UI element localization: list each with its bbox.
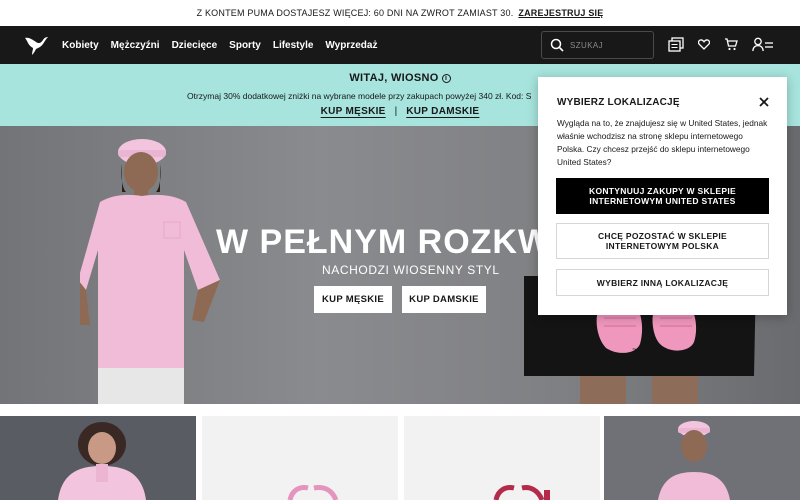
cart-icon[interactable]	[724, 37, 738, 51]
promo-title-text: WITAJ, WIOSNO	[349, 72, 439, 84]
promo-link-women[interactable]: KUP DAMSKIE	[406, 106, 479, 117]
nav-menu: Kobiety Mężczyźni Dziecięce Sporty Lifes…	[62, 26, 389, 64]
search-icon	[550, 38, 564, 52]
choose-other-location-label: WYBIERZ INNĄ LOKALIZACJĘ	[596, 277, 729, 288]
product-tile[interactable]	[604, 416, 800, 500]
info-icon[interactable]: i	[441, 74, 451, 83]
promo-link-separator: |	[394, 106, 398, 117]
stay-poland-store-button[interactable]: CHCĘ POZOSTAĆ W SKLEPIE INTERNETOWYM POL…	[556, 223, 769, 259]
close-icon[interactable]	[757, 95, 771, 109]
hero-subtitle: NACHODZI WIOSENNY STYL	[322, 263, 500, 277]
search-input[interactable]	[570, 40, 640, 50]
product-tiles	[0, 416, 800, 500]
hero-title: W PEŁNYM ROZKWIC	[216, 223, 588, 261]
continue-us-store-label: KONTYNUUJ ZAKUPY W SKLEPIE INTERNETOWYM …	[589, 186, 736, 206]
product-image-woman	[58, 422, 146, 500]
modal-message: Wygląda na to, że znajdujesz się w Unite…	[557, 118, 768, 167]
register-link[interactable]: ZAREJESTRUJ SIĘ	[518, 8, 603, 18]
stay-poland-store-label: CHCĘ POZOSTAĆ W SKLEPIE INTERNETOWYM POL…	[597, 231, 728, 251]
hero-shop-women-button[interactable]: KUP DAMSKIE	[402, 286, 486, 313]
product-tile[interactable]	[202, 416, 398, 500]
nav-item-mezczyzni[interactable]: Mężczyźni	[111, 40, 160, 51]
nav-item-kobiety[interactable]: Kobiety	[62, 40, 99, 51]
puma-logo[interactable]	[24, 34, 50, 56]
product-image-bag	[287, 485, 339, 500]
hero-model-man-image	[80, 139, 220, 404]
announcement-bar: Z KONTEM PUMA DOSTAJESZ WIĘCEJ: 60 DNI N…	[0, 0, 800, 26]
product-tile[interactable]	[0, 416, 196, 500]
location-modal: WYBIERZ LOKALIZACJĘ Wygląda na to, że zn…	[538, 77, 787, 315]
product-tile[interactable]	[404, 416, 600, 500]
nav-item-wyprzedaz[interactable]: Wyprzedaż	[325, 40, 377, 51]
search-box[interactable]	[541, 31, 654, 59]
promo-text: Otrzymaj 30% dodatkowej zniżki na wybran…	[187, 91, 532, 101]
announcement-text: Z KONTEM PUMA DOSTAJESZ WIĘCEJ: 60 DNI N…	[196, 8, 514, 18]
hero-shop-men-button[interactable]: KUP MĘSKIE	[314, 286, 392, 313]
nav-item-sporty[interactable]: Sporty	[229, 40, 261, 51]
continue-us-store-button[interactable]: KONTYNUUJ ZAKUPY W SKLEPIE INTERNETOWYM …	[556, 178, 769, 214]
main-nav: Kobiety Mężczyźni Dziecięce Sporty Lifes…	[0, 26, 800, 64]
nav-item-lifestyle[interactable]: Lifestyle	[273, 40, 314, 51]
heart-icon[interactable]	[698, 39, 710, 50]
modal-title: WYBIERZ LOKALIZACJĘ	[557, 97, 680, 108]
product-image-bag-red	[493, 485, 550, 500]
promo-link-men[interactable]: KUP MĘSKIE	[321, 106, 386, 117]
order-tracking-icon[interactable]	[668, 37, 684, 52]
nav-item-dzieciece[interactable]: Dziecięce	[172, 40, 218, 51]
choose-other-location-button[interactable]: WYBIERZ INNĄ LOKALIZACJĘ	[556, 269, 769, 296]
svg-text:~: ~	[632, 344, 637, 354]
product-image-man	[658, 421, 730, 500]
account-icon[interactable]	[752, 37, 774, 52]
